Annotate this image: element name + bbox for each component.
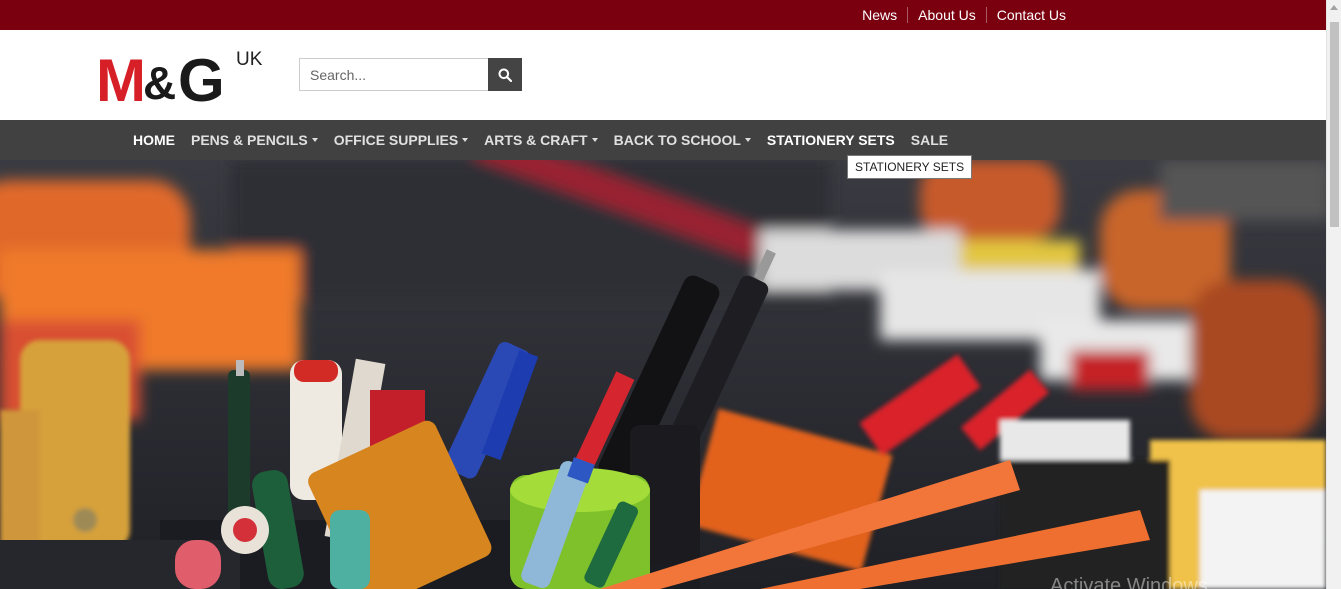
nav-item-label: SALE bbox=[910, 132, 949, 148]
search-button[interactable] bbox=[488, 58, 522, 91]
top-links: News About Us Contact Us bbox=[852, 0, 1076, 30]
caret-down-icon bbox=[591, 138, 598, 142]
search-icon bbox=[498, 68, 512, 82]
stationery-hero-illustration bbox=[0, 160, 1326, 589]
mg-uk-logo: M & G UK bbox=[96, 49, 263, 105]
top-link-contact-us[interactable]: Contact Us bbox=[985, 7, 1076, 23]
brand-logo[interactable]: M & G UK bbox=[96, 49, 266, 105]
nav-item-sale[interactable]: SALE bbox=[903, 132, 956, 148]
nav-item-back-to-school[interactable]: BACK TO SCHOOL bbox=[606, 132, 759, 148]
windows-activation-watermark: Activate Windows bbox=[1050, 575, 1208, 589]
search-input[interactable] bbox=[299, 58, 488, 91]
scroll-thumb[interactable] bbox=[1330, 22, 1339, 227]
svg-text:G: G bbox=[178, 49, 225, 105]
nav-item-label: OFFICE SUPPLIES bbox=[333, 132, 459, 148]
site-header: M & G UK bbox=[0, 30, 1326, 120]
svg-text:&: & bbox=[143, 57, 176, 105]
nav-item-office-supplies[interactable]: OFFICE SUPPLIES bbox=[326, 132, 476, 148]
nav-item-arts-craft[interactable]: ARTS & CRAFT bbox=[476, 132, 605, 148]
nav-tooltip: STATIONERY SETS bbox=[847, 155, 973, 179]
nav-item-label: ARTS & CRAFT bbox=[484, 132, 588, 148]
top-link-about-us[interactable]: About Us bbox=[907, 7, 986, 23]
page-scrollbar[interactable] bbox=[1326, 0, 1341, 589]
top-bar: News About Us Contact Us bbox=[0, 0, 1326, 30]
caret-down-icon bbox=[462, 138, 469, 142]
nav-item-pens-pencils[interactable]: PENS & PENCILS bbox=[183, 132, 326, 148]
main-nav: HOME PENS & PENCILS OFFICE SUPPLIES ARTS… bbox=[0, 120, 1326, 160]
nav-item-label: BACK TO SCHOOL bbox=[613, 132, 741, 148]
nav-item-stationery-sets[interactable]: STATIONERY SETS bbox=[759, 132, 903, 148]
search-form bbox=[299, 58, 522, 91]
nav-item-label: STATIONERY SETS bbox=[766, 132, 895, 148]
svg-text:M: M bbox=[96, 49, 142, 105]
caret-down-icon bbox=[744, 138, 751, 142]
caret-down-icon bbox=[311, 138, 318, 142]
svg-text:UK: UK bbox=[236, 49, 263, 70]
nav-item-home[interactable]: HOME bbox=[125, 132, 183, 148]
nav-item-label: HOME bbox=[133, 132, 175, 148]
nav-item-label: PENS & PENCILS bbox=[191, 132, 308, 148]
scroll-up-arrow-icon[interactable] bbox=[1330, 5, 1338, 10]
top-link-news[interactable]: News bbox=[852, 7, 907, 23]
hero-banner-image bbox=[0, 160, 1326, 589]
